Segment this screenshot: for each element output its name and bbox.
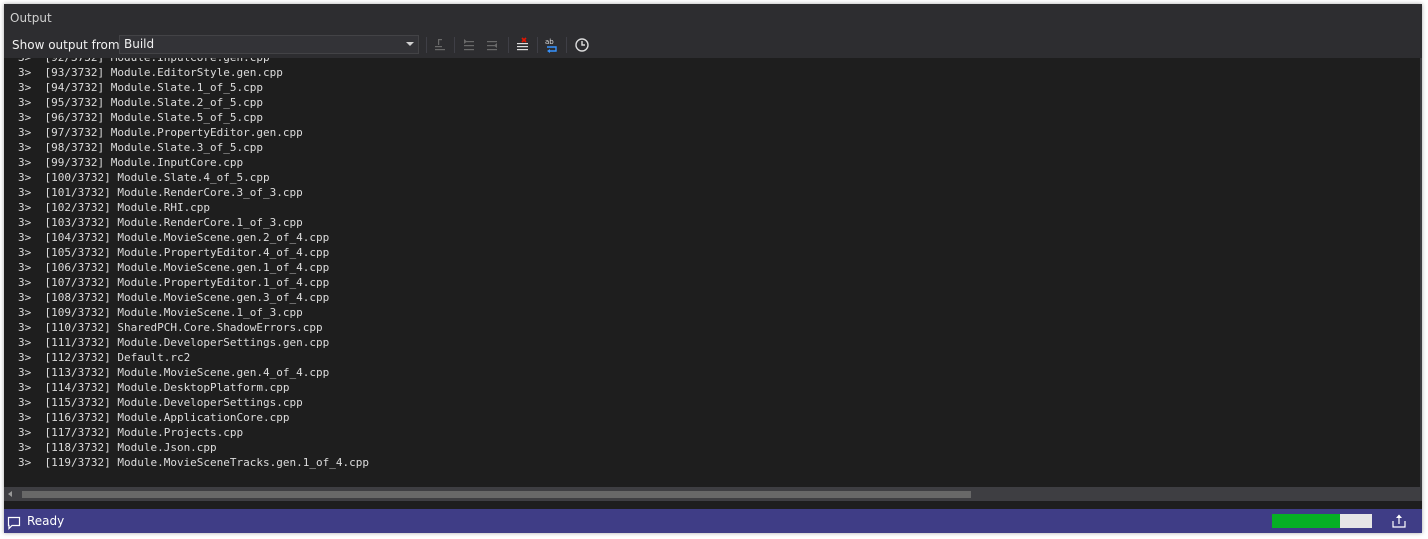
output-window: Output Show output from: Build ab 3> [93… — [4, 4, 1422, 533]
output-line: 3> [101/3732] Module.RenderCore.3_of_3.c… — [18, 186, 303, 199]
output-line: 3> [105/3732] Module.PropertyEditor.4_of… — [18, 246, 330, 259]
clear-all-button[interactable] — [511, 35, 533, 55]
toggle-word-wrap-button[interactable]: ab — [541, 35, 563, 55]
show-output-label: Show output from: — [12, 38, 124, 52]
output-line: 3> [102/3732] Module.RHI.cpp — [18, 201, 211, 214]
output-lines: 3> [92/3732] Module.InputCore.gen.cpp3> … — [18, 58, 369, 470]
output-line: 3> [94/3732] Module.Slate.1_of_5.cpp — [18, 81, 264, 94]
output-line: 3> [110/3732] SharedPCH.Core.ShadowError… — [18, 321, 323, 334]
output-line: 3> [96/3732] Module.Slate.5_of_5.cpp — [18, 111, 264, 124]
build-progress-bar — [1272, 514, 1372, 528]
output-line: 3> [104/3732] Module.MovieScene.gen.2_of… — [18, 231, 330, 244]
toggle-word-wrap-icon: ab — [545, 38, 557, 53]
output-source-value: Build — [124, 37, 155, 51]
output-line: 3> [97/3732] Module.PropertyEditor.gen.c… — [18, 126, 303, 139]
chevron-down-icon — [406, 42, 414, 46]
horizontal-scrollbar-thumb[interactable] — [22, 491, 971, 498]
clear-all-icon — [517, 37, 528, 51]
output-line: 3> [117/3732] Module.Projects.cpp — [18, 426, 244, 439]
svg-text:ab: ab — [545, 38, 554, 46]
toggle-timestamp-button[interactable] — [571, 35, 593, 55]
toggle-timestamp-icon — [575, 38, 589, 52]
output-line: 3> [99/3732] Module.InputCore.cpp — [18, 156, 244, 169]
find-message-in-code-icon — [435, 39, 445, 51]
go-to-previous-message-button[interactable] — [458, 35, 480, 55]
output-line: 3> [95/3732] Module.Slate.2_of_5.cpp — [18, 96, 264, 109]
go-to-next-message-icon — [487, 41, 497, 51]
output-line: 3> [109/3732] Module.MovieScene.1_of_3.c… — [18, 306, 303, 319]
output-line: 3> [115/3732] Module.DeveloperSettings.c… — [18, 396, 303, 409]
toolbar-separator — [566, 37, 567, 53]
output-line: 3> [116/3732] Module.ApplicationCore.cpp — [18, 411, 290, 424]
toolbar-separator — [537, 37, 538, 53]
vertical-scrollbar[interactable] — [1420, 58, 1422, 487]
toolbar-separator — [426, 37, 427, 53]
output-line: 3> [98/3732] Module.Slate.3_of_5.cpp — [18, 141, 264, 154]
output-line: 3> [93/3732] Module.EditorStyle.gen.cpp — [18, 66, 283, 79]
publish-icon[interactable] — [1390, 512, 1408, 533]
build-progress-fill — [1272, 514, 1340, 528]
output-line: 3> [108/3732] Module.MovieScene.gen.3_of… — [18, 291, 330, 304]
status-text: Ready — [27, 514, 65, 528]
output-line: 3> [111/3732] Module.DeveloperSettings.g… — [18, 336, 330, 349]
find-message-in-code-button[interactable] — [429, 35, 451, 55]
output-line: 3> [100/3732] Module.Slate.4_of_5.cpp — [18, 171, 270, 184]
status-bar: Ready — [4, 509, 1422, 533]
output-line: 3> [113/3732] Module.MovieScene.gen.4_of… — [18, 366, 330, 379]
output-text-area[interactable]: 3> [92/3732] Module.InputCore.gen.cpp3> … — [4, 58, 1422, 487]
output-line: 3> [118/3732] Module.Json.cpp — [18, 441, 217, 454]
toolbar-separator — [454, 37, 455, 53]
output-line: 3> [107/3732] Module.PropertyEditor.1_of… — [18, 276, 330, 289]
output-line: 3> [119/3732] Module.MovieSceneTracks.ge… — [18, 456, 369, 469]
horizontal-scrollbar[interactable] — [4, 487, 1422, 501]
output-toolbar: Show output from: Build ab — [4, 34, 1422, 58]
output-source-dropdown[interactable]: Build — [119, 35, 419, 54]
toolbar-separator — [508, 37, 509, 53]
output-line: 3> [92/3732] Module.InputCore.gen.cpp — [18, 58, 369, 65]
output-line: 3> [103/3732] Module.RenderCore.1_of_3.c… — [18, 216, 303, 229]
go-to-next-message-button[interactable] — [481, 35, 503, 55]
panel-bottom-gap — [4, 501, 1422, 509]
title-bar: Output — [4, 4, 1422, 34]
output-line: 3> [114/3732] Module.DesktopPlatform.cpp — [18, 381, 290, 394]
output-line: 3> [106/3732] Module.MovieScene.gen.1_of… — [18, 261, 330, 274]
output-line: 3> [112/3732] Default.rc2 — [18, 351, 191, 364]
notification-icon[interactable] — [7, 515, 21, 533]
window-title: Output — [10, 11, 52, 25]
scroll-left-arrow-icon[interactable] — [8, 491, 12, 497]
go-to-previous-message-icon — [464, 39, 474, 51]
